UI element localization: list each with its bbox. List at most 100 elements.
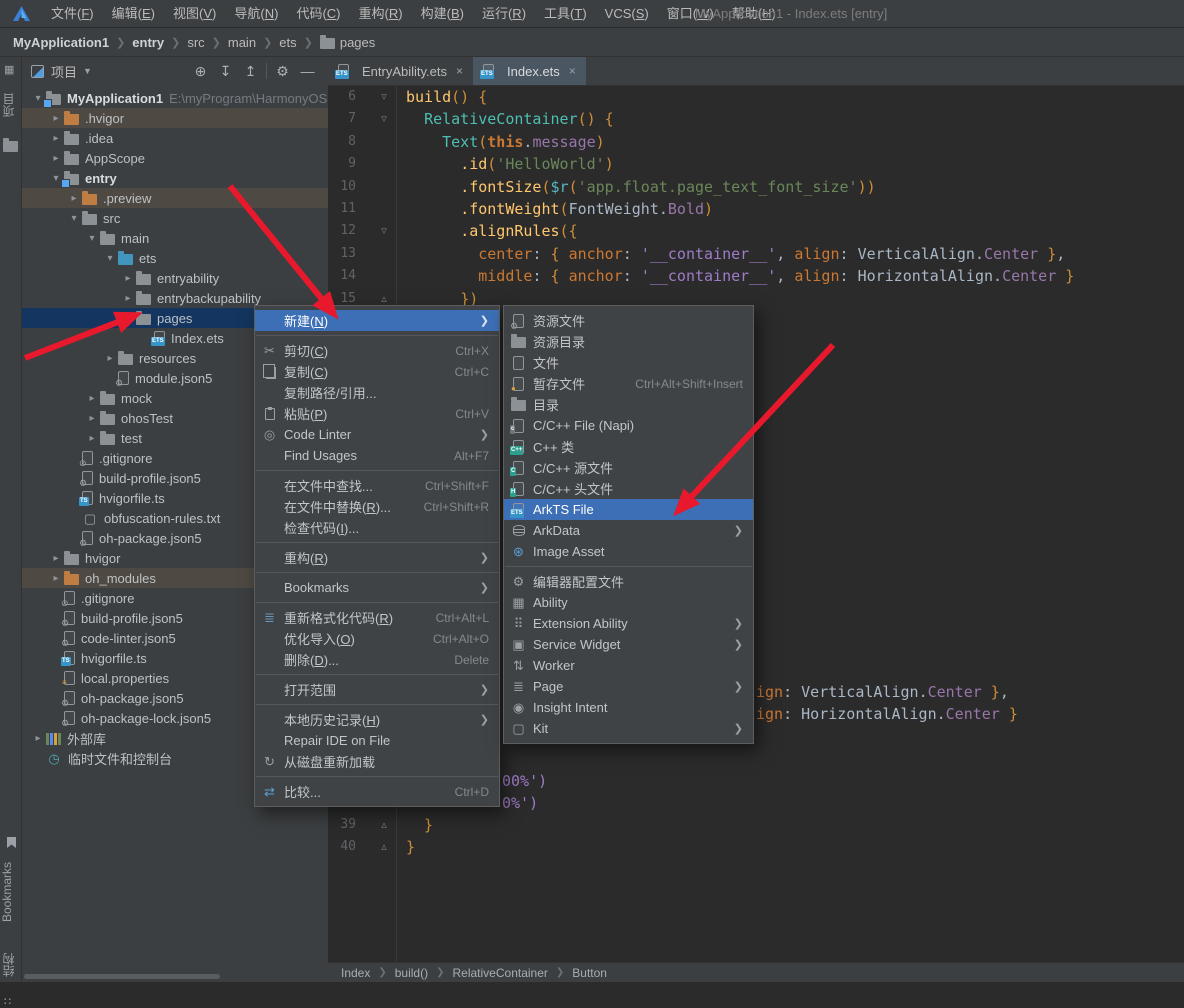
context-menu-item-新建-n[interactable]: 新建(N)❯	[255, 310, 499, 331]
breadcrumb-item-entry[interactable]: entry	[132, 35, 164, 50]
chevron-collapsed-icon[interactable]: ▸	[84, 433, 100, 444]
submenu-item-资源目录[interactable]: 资源目录	[504, 331, 753, 352]
submenu-item-service-widget[interactable]: ▣Service Widget❯	[504, 634, 753, 655]
submenu-item-目录[interactable]: 目录	[504, 394, 753, 415]
breadcrumb-item-ets[interactable]: ets	[279, 35, 296, 50]
submenu-item-ability[interactable]: ▦Ability	[504, 592, 753, 613]
context-menu-item-粘贴-p[interactable]: 粘贴(P)Ctrl+V	[255, 403, 499, 424]
submenu-item-暂存文件[interactable]: ●暂存文件Ctrl+Alt+Shift+Insert	[504, 373, 753, 394]
close-icon[interactable]: ×	[569, 64, 576, 78]
tab-entryability-ets[interactable]: ETSEntryAbility.ets×	[328, 57, 473, 85]
expand-all-icon[interactable]: ↧	[213, 63, 238, 80]
chevron-down-icon[interactable]: ▼	[83, 66, 92, 76]
chevron-collapsed-icon[interactable]: ▸	[120, 273, 136, 284]
context-menu-item-find-usages[interactable]: Find UsagesAlt+F7	[255, 445, 499, 466]
chevron-collapsed-icon[interactable]: ▸	[84, 393, 100, 404]
chevron-expanded-icon[interactable]: ▾	[102, 253, 118, 264]
editor-breadcrumb-button[interactable]: Button	[572, 966, 607, 980]
context-menu-item-删除-d[interactable]: 删除(D)...Delete	[255, 649, 499, 670]
chevron-expanded-icon[interactable]: ▾	[66, 213, 82, 224]
tree-row-preview[interactable]: ▸.preview	[22, 188, 328, 208]
submenu-item-资源文件[interactable]: ⚙资源文件	[504, 310, 753, 331]
hide-icon[interactable]: —	[295, 63, 320, 79]
menubar-item-构建-b[interactable]: 构建(B)	[412, 0, 473, 27]
menubar-item-工具-t[interactable]: 工具(T)	[535, 0, 596, 27]
context-menu-item-复制路径-引用[interactable]: 复制路径/引用...	[255, 382, 499, 403]
breadcrumb-item-pages[interactable]: pages	[340, 35, 375, 50]
context-menu-item-剪切-c[interactable]: ✂剪切(C)Ctrl+X	[255, 340, 499, 361]
context-menu-item-本地历史记录-h[interactable]: 本地历史记录(H)❯	[255, 709, 499, 730]
chevron-collapsed-icon[interactable]: ▸	[48, 573, 64, 584]
tree-row-ets[interactable]: ▾ets	[22, 248, 328, 268]
fold-open-icon[interactable]: ▿	[374, 108, 394, 130]
context-menu-item-比较[interactable]: ⇄比较...Ctrl+D	[255, 781, 499, 802]
context-menu-item-优化导入-o[interactable]: 优化导入(O)Ctrl+Alt+O	[255, 628, 499, 649]
context-menu-item-bookmarks[interactable]: Bookmarks❯	[255, 577, 499, 598]
context-menu-item-在文件中查找[interactable]: 在文件中查找...Ctrl+Shift+F	[255, 475, 499, 496]
editor-breadcrumb-relativecontainer[interactable]: RelativeContainer	[453, 966, 548, 980]
context-menu-item-code-linter[interactable]: ◎Code Linter❯	[255, 424, 499, 445]
submenu-item-extension-ability[interactable]: ⠿Extension Ability❯	[504, 613, 753, 634]
chevron-collapsed-icon[interactable]: ▸	[84, 413, 100, 424]
stripe-item-structure[interactable]: 结构	[0, 943, 22, 987]
context-menu-item-检查代码-i[interactable]: 检查代码(I)...	[255, 517, 499, 538]
locate-icon[interactable]: ⊕	[188, 63, 213, 80]
breadcrumb-item-src[interactable]: src	[187, 35, 204, 50]
folder-stripe-icon[interactable]	[3, 141, 18, 152]
fold-close-icon[interactable]: ▵	[374, 814, 394, 836]
submenu-item-arkdata[interactable]: ArkData❯	[504, 520, 753, 541]
menubar-item-代码-c[interactable]: 代码(C)	[287, 0, 349, 27]
project-panel-title[interactable]: 项目	[51, 62, 77, 81]
submenu-item-文件[interactable]: 文件	[504, 352, 753, 373]
tree-row-entryability[interactable]: ▸entryability	[22, 268, 328, 288]
tree-row-idea[interactable]: ▸.idea	[22, 128, 328, 148]
submenu-item-arkts-file[interactable]: ETSArkTS File	[504, 499, 753, 520]
fold-close-icon[interactable]: ▵	[374, 836, 394, 858]
menubar-item-重构-r[interactable]: 重构(R)	[350, 0, 412, 27]
fold-open-icon[interactable]: ▿	[374, 220, 394, 242]
breadcrumb-item-myapplication1[interactable]: MyApplication1	[13, 35, 109, 50]
context-menu-item-重新格式化代码-r[interactable]: ≣重新格式化代码(R)Ctrl+Alt+L	[255, 607, 499, 628]
menubar-item-视图-v[interactable]: 视图(V)	[164, 0, 225, 27]
submenu-item-page[interactable]: ≣Page❯	[504, 676, 753, 697]
tree-row-myapplication1[interactable]: ▾MyApplication1E:\myProgram\HarmonyOS	[22, 88, 328, 108]
context-menu-item-repair-ide-on-file[interactable]: Repair IDE on File	[255, 730, 499, 751]
menubar-item-导航-n[interactable]: 导航(N)	[225, 0, 287, 27]
chevron-collapsed-icon[interactable]: ▸	[48, 133, 64, 144]
context-menu-item-重构-r[interactable]: 重构(R)❯	[255, 547, 499, 568]
submenu-item-c-c-头文件[interactable]: HC/C++ 头文件	[504, 478, 753, 499]
chevron-expanded-icon[interactable]: ▾	[120, 313, 136, 324]
tree-row-hvigor[interactable]: ▸.hvigor	[22, 108, 328, 128]
close-icon[interactable]: ×	[456, 64, 463, 78]
submenu-item-c-类[interactable]: C++C++ 类	[504, 436, 753, 457]
editor-breadcrumb-build[interactable]: build()	[395, 966, 428, 980]
submenu-item-c-c-file-napi[interactable]: cC/C++ File (Napi)	[504, 415, 753, 436]
chevron-collapsed-icon[interactable]: ▸	[48, 113, 64, 124]
stripe-item-bookmarks[interactable]: Bookmarks	[0, 853, 22, 931]
chevron-collapsed-icon[interactable]: ▸	[102, 353, 118, 364]
tree-row-appscope[interactable]: ▸AppScope	[22, 148, 328, 168]
submenu-item-kit[interactable]: ▢Kit❯	[504, 718, 753, 739]
editor-breadcrumb-index[interactable]: Index	[341, 966, 370, 980]
menubar-item-编辑-e[interactable]: 编辑(E)	[103, 0, 164, 27]
chevron-collapsed-icon[interactable]: ▸	[48, 153, 64, 164]
submenu-item-c-c-源文件[interactable]: CC/C++ 源文件	[504, 457, 753, 478]
tree-row-entry[interactable]: ▾entry	[22, 168, 328, 188]
menubar-item-运行-r[interactable]: 运行(R)	[473, 0, 535, 27]
breadcrumb-item-main[interactable]: main	[228, 35, 256, 50]
menubar-item-文件-f[interactable]: 文件(F)	[42, 0, 103, 27]
submenu-item-worker[interactable]: ⇅Worker	[504, 655, 753, 676]
context-menu-item-在文件中替换-r[interactable]: 在文件中替换(R)...Ctrl+Shift+R	[255, 496, 499, 517]
chevron-collapsed-icon[interactable]: ▸	[30, 733, 46, 744]
settings-icon[interactable]: ⚙	[270, 63, 295, 80]
tab-index-ets[interactable]: ETSIndex.ets×	[473, 57, 586, 85]
stripe-item-project[interactable]: 项目	[0, 79, 22, 131]
context-menu-item-打开范围[interactable]: 打开范围❯	[255, 679, 499, 700]
tree-row-src[interactable]: ▾src	[22, 208, 328, 228]
context-menu-item-复制-c[interactable]: 复制(C)Ctrl+C	[255, 361, 499, 382]
context-menu-item-从磁盘重新加载[interactable]: ↻从磁盘重新加载	[255, 751, 499, 772]
horizontal-scrollbar[interactable]	[24, 974, 220, 979]
submenu-item-image-asset[interactable]: ⊛Image Asset	[504, 541, 753, 562]
menubar-item-vcs-s[interactable]: VCS(S)	[596, 0, 658, 27]
fold-open-icon[interactable]: ▿	[374, 86, 394, 108]
